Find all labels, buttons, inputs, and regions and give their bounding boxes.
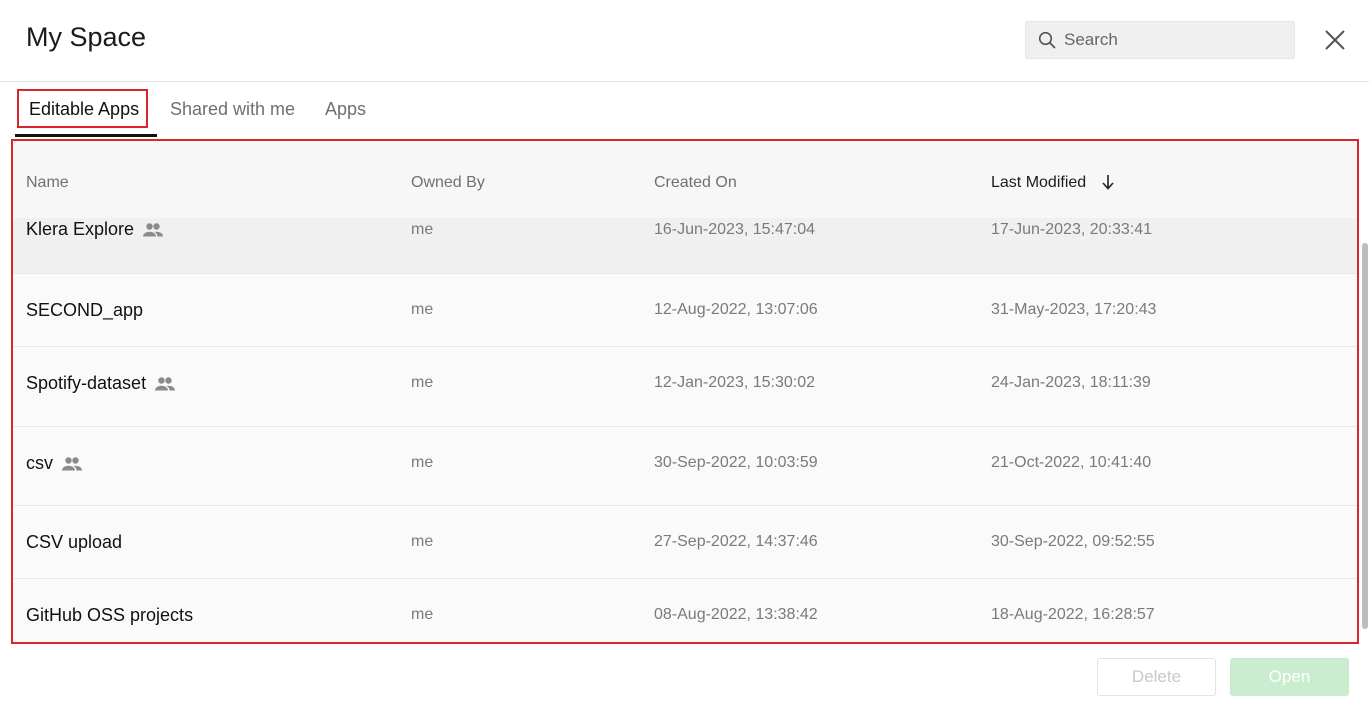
created-cell: 12-Jan-2023, 15:30:02: [654, 374, 816, 391]
search-box[interactable]: [1025, 21, 1295, 59]
app-name: Klera Explore: [26, 219, 135, 239]
delete-button[interactable]: Delete: [1097, 658, 1216, 696]
owner-cell: me: [411, 301, 434, 318]
created-cell: 12-Aug-2022, 13:07:06: [654, 301, 818, 318]
table-row[interactable]: CSV upload me 27-Sep-2022, 14:37:46 30-S…: [13, 506, 1357, 579]
modified-cell: 17-Jun-2023, 20:33:41: [991, 221, 1153, 238]
search-input[interactable]: [1064, 30, 1274, 50]
created-cell: 27-Sep-2022, 14:37:46: [654, 533, 818, 550]
owner-cell: me: [411, 606, 434, 623]
close-icon[interactable]: [1322, 27, 1348, 53]
column-header-name[interactable]: Name: [26, 174, 69, 192]
app-name: CSV upload: [26, 532, 123, 552]
dialog-header: My Space: [0, 0, 1369, 82]
app-name: Spotify-dataset: [26, 373, 147, 393]
row-name-cell: CSV upload: [26, 532, 122, 553]
shared-users-icon: [62, 456, 82, 470]
page-title: My Space: [26, 22, 147, 52]
column-header-created-on[interactable]: Created On: [654, 174, 737, 192]
column-header-last-modified[interactable]: Last Modified: [991, 173, 1115, 192]
owner-cell: me: [411, 374, 434, 391]
shared-users-icon: [143, 222, 164, 236]
tab-bar: Editable Apps Shared with me Apps: [0, 83, 1369, 138]
table-row[interactable]: SECOND_app me 12-Aug-2022, 13:07:06 31-M…: [13, 274, 1357, 347]
owner-cell: me: [411, 454, 434, 471]
table-row[interactable]: csv me 30-Sep-2022, 10:03:59 21-Oct-2022…: [13, 427, 1357, 506]
created-cell: 30-Sep-2022, 10:03:59: [654, 454, 818, 471]
table-row[interactable]: GitHub OSS projects me 08-Aug-2022, 13:3…: [13, 579, 1357, 642]
tab-shared-with-me[interactable]: Shared with me: [170, 99, 295, 120]
active-tab-underline: [15, 134, 157, 137]
modified-cell: 24-Jan-2023, 18:11:39: [991, 374, 1151, 391]
table-row[interactable]: Spotify-dataset me 12-Jan-2023, 15:30:02…: [13, 347, 1357, 427]
column-header-owned-by[interactable]: Owned By: [411, 174, 485, 192]
app-name: GitHub OSS projects: [26, 605, 194, 625]
owner-cell: me: [411, 221, 434, 238]
app-name: csv: [26, 453, 53, 473]
row-name-cell: Spotify-dataset: [26, 373, 176, 394]
tab-apps[interactable]: Apps: [325, 99, 366, 120]
modified-cell: 18-Aug-2022, 16:28:57: [991, 606, 1155, 623]
row-name-cell: GitHub OSS projects: [26, 605, 193, 626]
open-button[interactable]: Open: [1230, 658, 1349, 696]
modified-cell: 21-Oct-2022, 10:41:40: [991, 454, 1152, 471]
shared-users-icon: [155, 376, 176, 390]
app-name: SECOND_app: [26, 300, 144, 320]
column-header-label: Last Modified: [991, 174, 1087, 191]
row-name-cell: SECOND_app: [26, 300, 143, 321]
modified-cell: 31-May-2023, 17:20:43: [991, 301, 1157, 318]
table-scrollbar[interactable]: [1362, 243, 1368, 629]
row-name-cell: csv: [26, 453, 83, 474]
table-row[interactable]: Klera Explore me 16-Jun-2023, 15:47:04 1…: [13, 218, 1357, 274]
created-cell: 16-Jun-2023, 15:47:04: [654, 221, 816, 238]
row-name-cell: Klera Explore: [26, 219, 164, 240]
search-icon: [1038, 31, 1056, 49]
created-cell: 08-Aug-2022, 13:38:42: [654, 606, 818, 623]
sort-descending-icon: [1102, 175, 1114, 190]
table-header: Name Owned By Created On Last Modified: [13, 141, 1357, 218]
apps-table: Name Owned By Created On Last Modified K…: [11, 139, 1359, 644]
owner-cell: me: [411, 533, 434, 550]
active-tab-highlight: [17, 89, 148, 128]
modified-cell: 30-Sep-2022, 09:52:55: [991, 533, 1155, 550]
